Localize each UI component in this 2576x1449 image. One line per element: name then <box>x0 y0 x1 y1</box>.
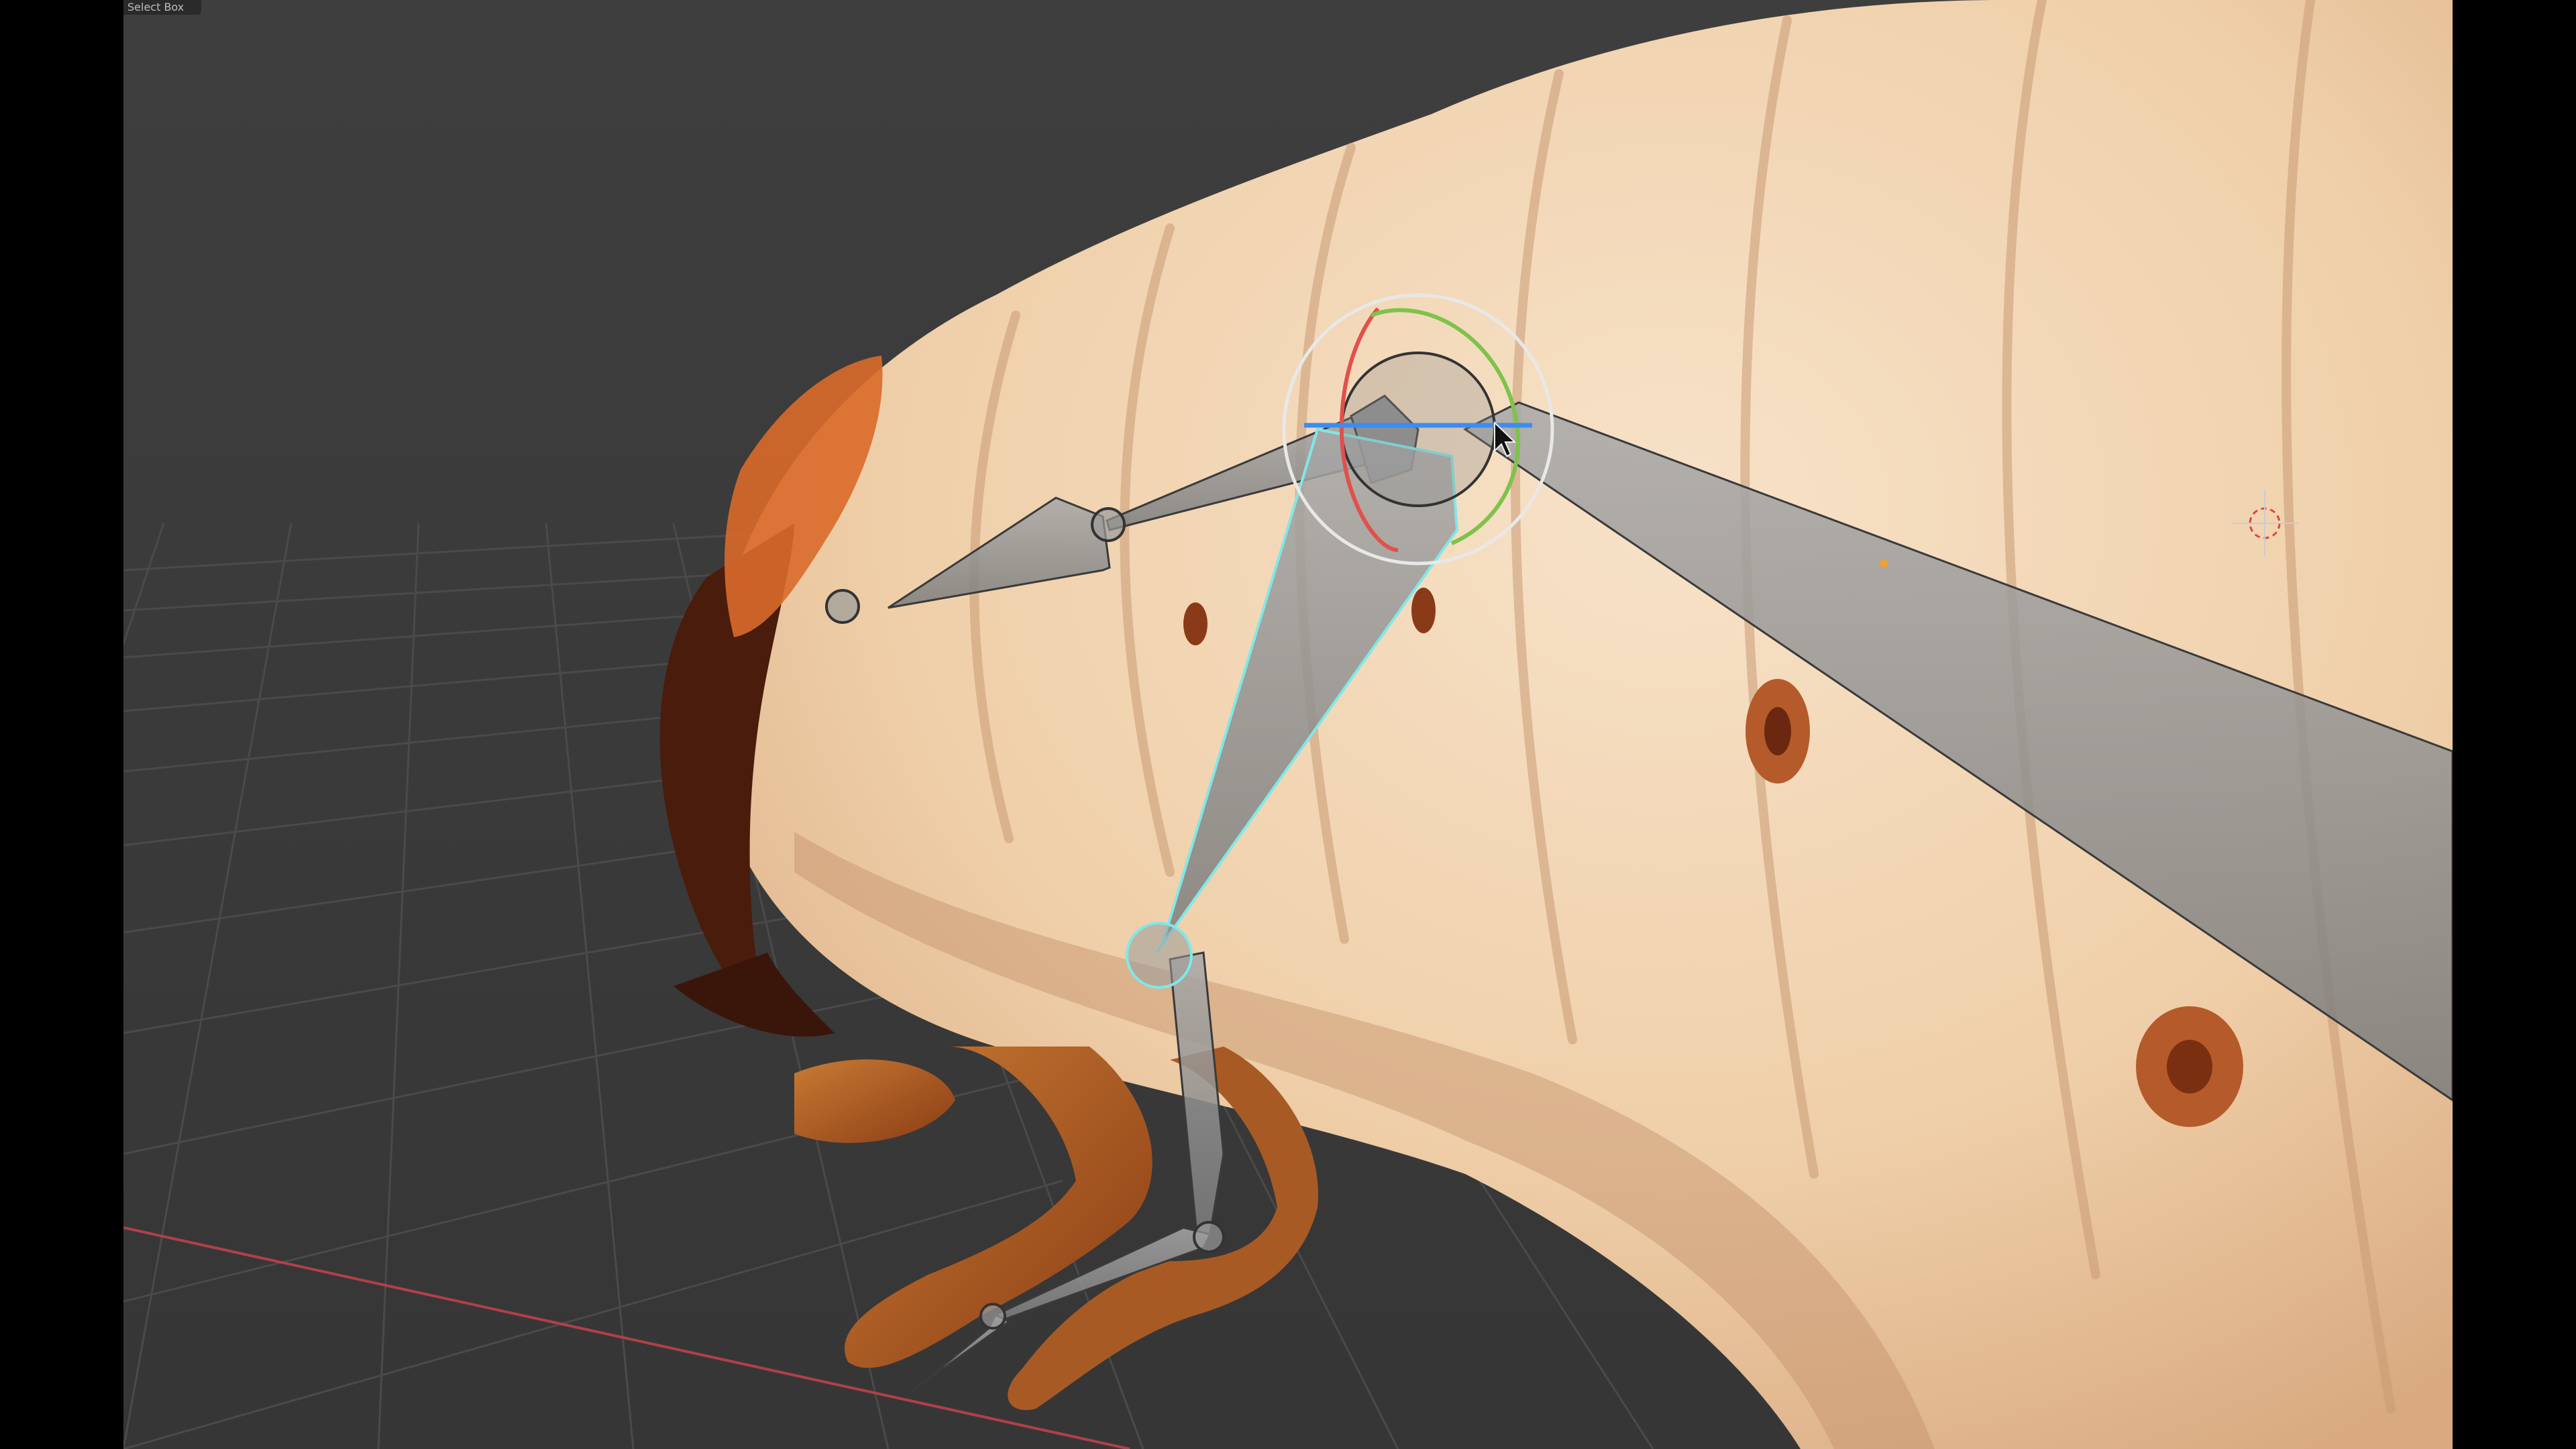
viewport-canvas[interactable] <box>123 0 2453 1449</box>
active-tool-label: Select Box <box>123 0 202 15</box>
spiracle <box>1183 602 1208 645</box>
object-origin-icon <box>1880 559 1888 568</box>
gizmo-trackball[interactable] <box>1340 352 1496 507</box>
3d-viewport[interactable]: Select Box <box>123 0 2453 1449</box>
joint[interactable] <box>1193 1221 1225 1253</box>
spiracle <box>1764 707 1791 755</box>
joint[interactable] <box>1091 507 1126 542</box>
joint-selected[interactable] <box>1126 922 1193 989</box>
spiracle <box>2167 1040 2212 1093</box>
joint[interactable] <box>979 1303 1006 1330</box>
joint[interactable] <box>825 589 860 624</box>
window-frame: Select Box <box>0 0 2576 1449</box>
spiracle <box>1411 588 1436 633</box>
